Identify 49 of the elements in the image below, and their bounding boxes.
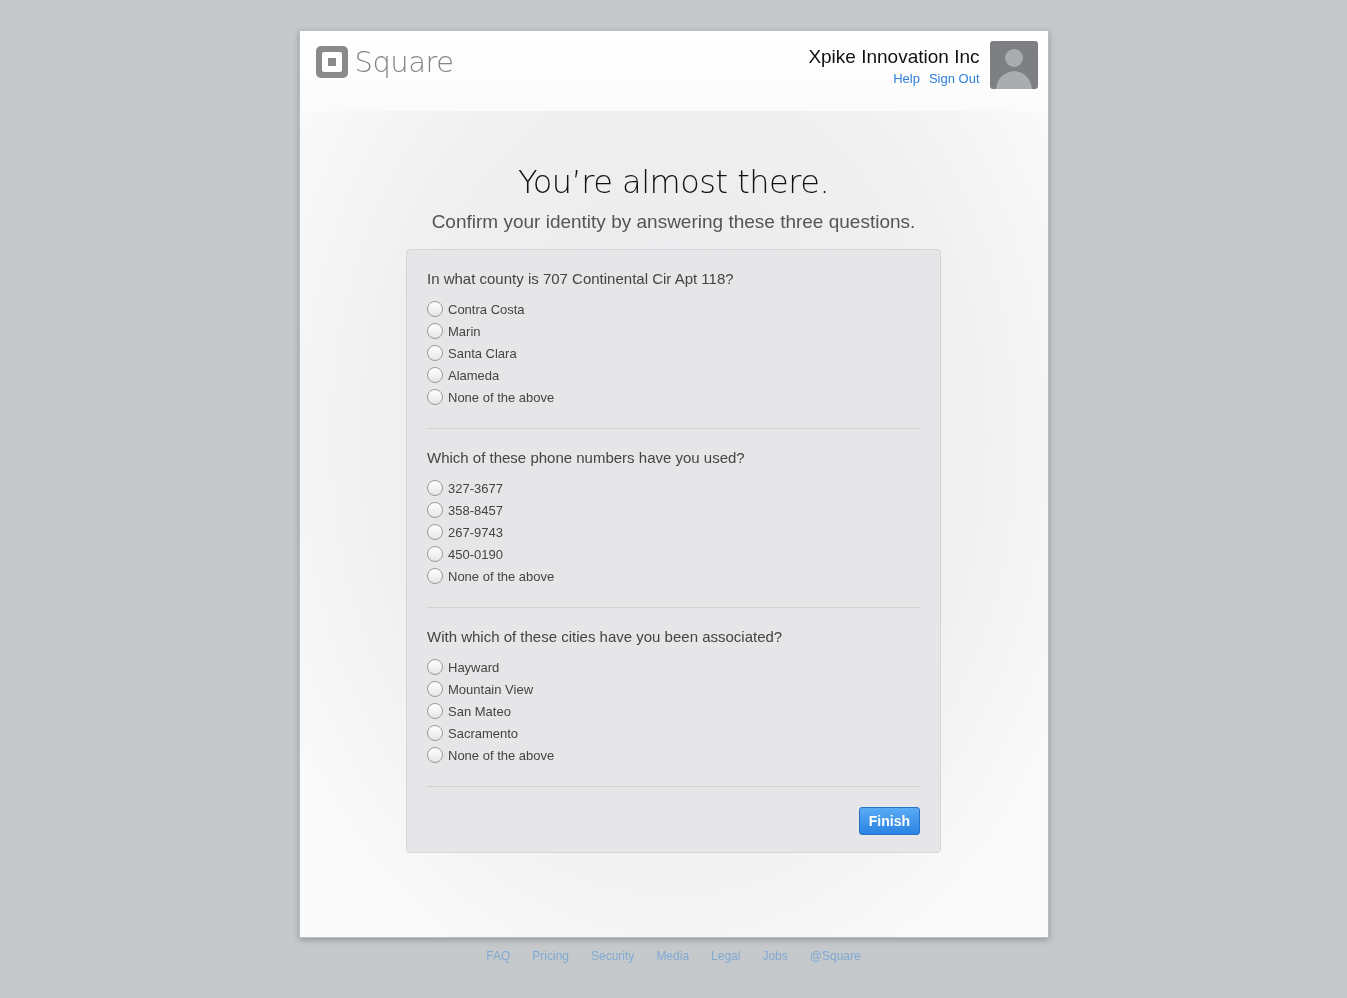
header-link[interactable]: Sign Out <box>928 71 980 86</box>
option-label: San Mateo <box>448 703 511 719</box>
radio-button[interactable] <box>427 301 443 317</box>
footer-link[interactable]: Security <box>591 949 635 963</box>
finish-button[interactable]: Finish <box>858 807 920 835</box>
option-label: 267-9743 <box>448 524 503 540</box>
option-label: None of the above <box>448 747 555 763</box>
option-label: Marin <box>448 323 481 339</box>
radio-button[interactable] <box>427 747 443 763</box>
brand-name: Square <box>354 45 454 79</box>
option-label: 450-0190 <box>448 546 503 562</box>
square-logo-icon <box>315 46 348 78</box>
option-label: None of the above <box>448 568 555 584</box>
option-label: Santa Clara <box>448 345 517 361</box>
question-text: With which of these cities have you been associated? <box>427 628 784 645</box>
option-label: 358-8457 <box>448 502 503 518</box>
footer-link[interactable]: FAQ <box>486 949 511 963</box>
option-label: Alameda <box>448 367 500 383</box>
radio-button[interactable] <box>427 345 443 361</box>
option-label: Contra Costa <box>448 301 525 317</box>
footer-link[interactable]: Jobs <box>762 949 788 963</box>
question-text: In what county is 707 Continental Cir Apt 118? <box>427 270 735 287</box>
radio-button[interactable] <box>427 703 443 719</box>
radio-button[interactable] <box>427 367 443 383</box>
radio-button[interactable] <box>427 681 443 697</box>
radio-button[interactable] <box>427 323 443 339</box>
question-text: Which of these phone numbers have you used? <box>427 449 746 466</box>
footer-link[interactable]: Media <box>656 949 690 963</box>
account-name: Xpike Innovation Inc <box>808 46 980 68</box>
header-link[interactable]: Help <box>893 71 920 86</box>
radio-button[interactable] <box>427 389 443 405</box>
radio-button[interactable] <box>427 480 443 496</box>
radio-button[interactable] <box>427 568 443 584</box>
footer-link[interactable]: Legal <box>711 949 741 963</box>
radio-button[interactable] <box>427 725 443 741</box>
option-label: Hayward <box>448 659 500 675</box>
radio-button[interactable] <box>427 659 443 675</box>
radio-button[interactable] <box>427 546 443 562</box>
option-label: 327-3677 <box>448 480 503 496</box>
radio-button[interactable] <box>427 502 443 518</box>
avatar-icon <box>989 41 1038 89</box>
option-label: None of the above <box>448 389 555 405</box>
page-subheading: Confirm your identity by answering these three questions. <box>430 211 917 233</box>
footer-link[interactable]: Pricing <box>532 949 569 963</box>
footer-link[interactable]: @Square <box>809 949 861 963</box>
page-heading: You’re almost there. <box>516 163 831 201</box>
option-label: Sacramento <box>448 725 519 741</box>
radio-button[interactable] <box>427 524 443 540</box>
option-label: Mountain View <box>448 681 534 697</box>
